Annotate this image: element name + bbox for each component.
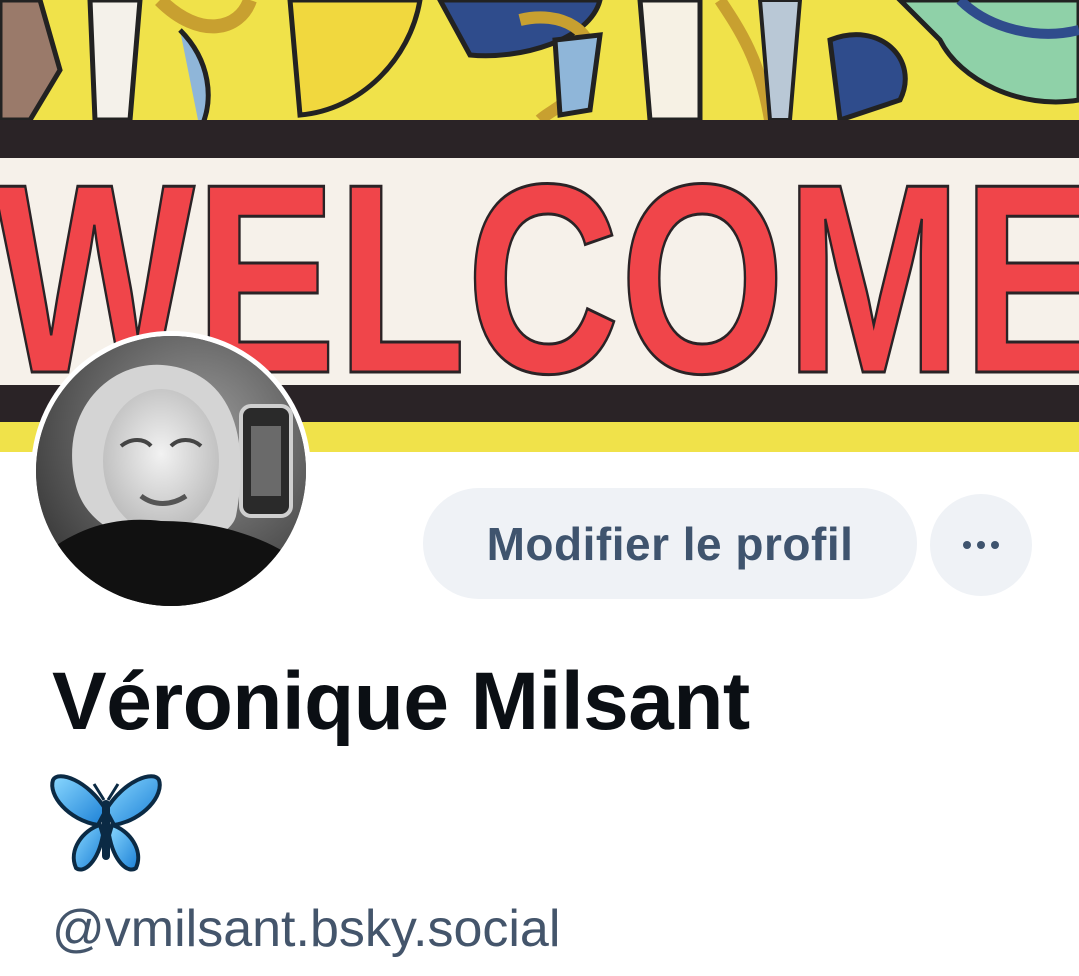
display-name: Véronique Milsant — [52, 656, 750, 747]
avatar[interactable] — [31, 331, 311, 611]
more-options-button[interactable] — [930, 494, 1032, 596]
user-handle: @vmilsant.bsky.social — [52, 900, 561, 958]
edit-profile-button[interactable]: Modifier le profil — [423, 488, 917, 599]
ellipsis-icon — [963, 541, 999, 549]
butterfly-emoji-icon — [48, 770, 164, 878]
profile-photo — [36, 336, 306, 606]
